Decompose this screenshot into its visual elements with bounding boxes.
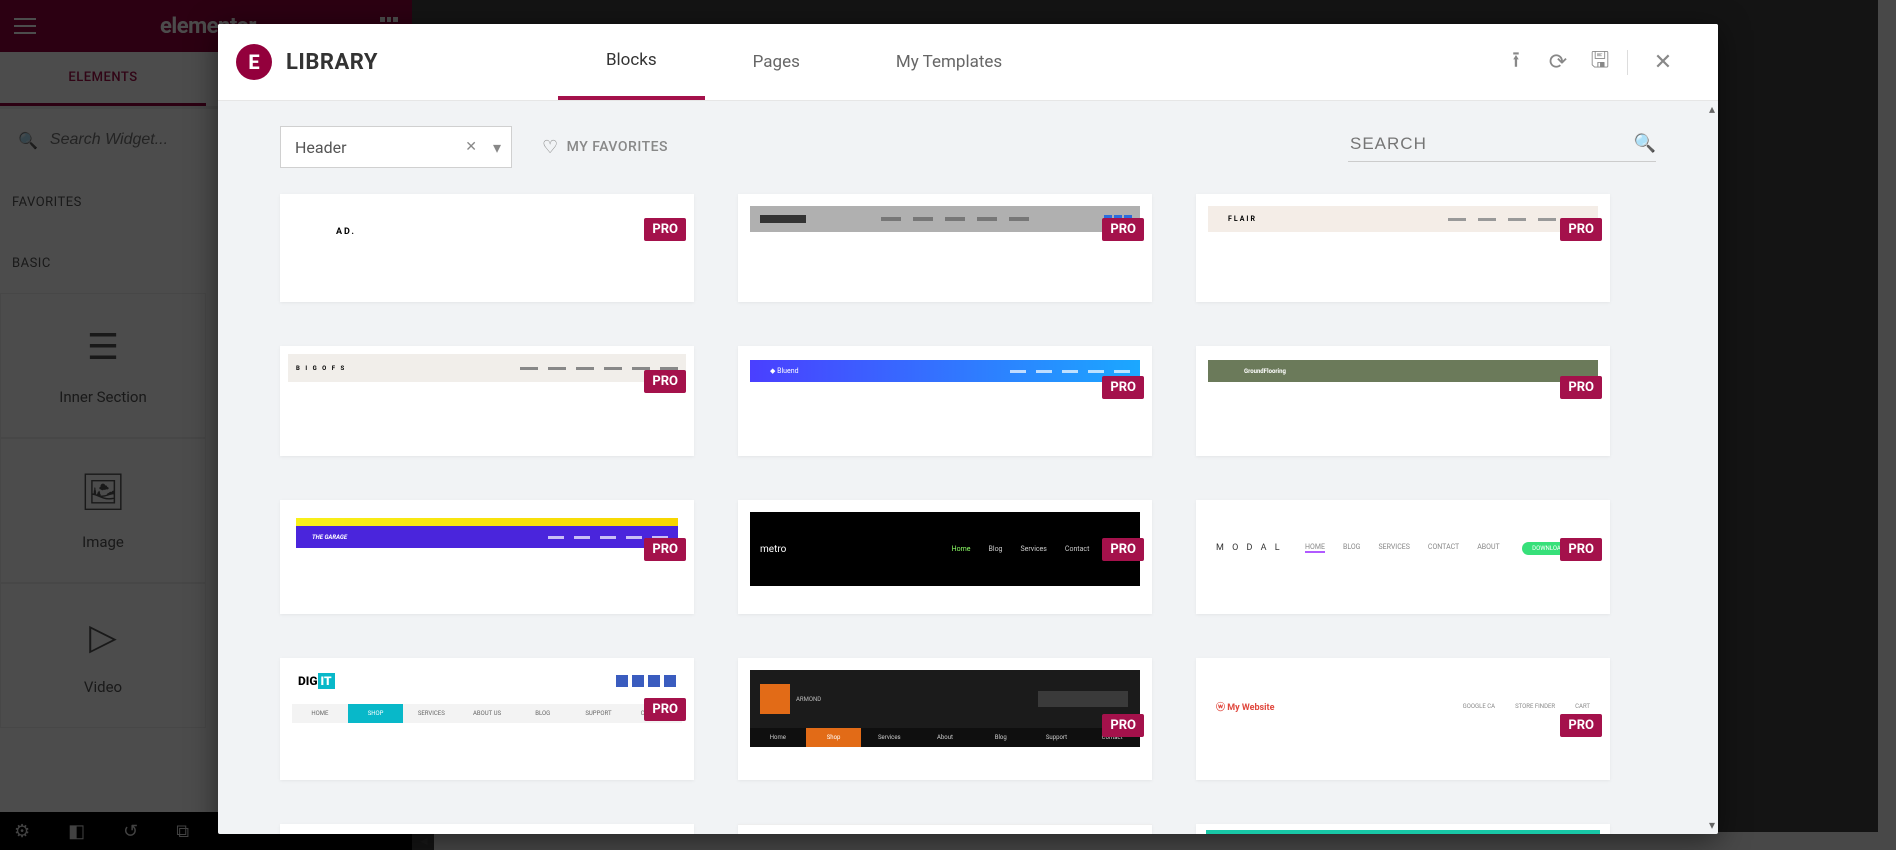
category-select[interactable]: Header ✕ ▾ bbox=[280, 126, 512, 168]
pro-badge: PRO bbox=[1102, 538, 1144, 561]
template-card[interactable]: FLAIR PRO bbox=[1196, 194, 1610, 302]
template-card[interactable]: metroHomeBlogServicesContactAbout PRO bbox=[738, 500, 1152, 614]
template-card[interactable]: AD. PRO bbox=[280, 194, 694, 302]
template-card[interactable]: PRO bbox=[738, 194, 1152, 302]
tab-pages[interactable]: Pages bbox=[705, 24, 848, 100]
pro-badge: PRO bbox=[1560, 376, 1602, 399]
template-card[interactable]: ARMOND HomeShopServicesAboutBlogSupportC… bbox=[738, 658, 1152, 780]
pro-badge: PRO bbox=[644, 698, 686, 721]
pro-badge: PRO bbox=[1102, 376, 1144, 399]
template-card[interactable]: ⓦ My WebsiteGOOGLE CASTORE FINDERCART PR… bbox=[1196, 658, 1610, 780]
category-select-value: Header bbox=[295, 138, 347, 157]
library-search-input[interactable] bbox=[1348, 133, 1634, 155]
pro-badge: PRO bbox=[1560, 538, 1602, 561]
clear-filter-icon[interactable]: ✕ bbox=[465, 139, 477, 155]
pro-badge: PRO bbox=[644, 538, 686, 561]
library-dialog: E LIBRARY Blocks Pages My Templates ⭱ ⟳ … bbox=[218, 24, 1718, 834]
import-icon[interactable]: ⭱ bbox=[1495, 43, 1537, 81]
pro-badge: PRO bbox=[1102, 714, 1144, 737]
template-card[interactable]: metroHomeBlogServicesContactAbout PRO bbox=[280, 824, 694, 834]
scroll-up-icon[interactable]: ▴ bbox=[1709, 102, 1715, 116]
pro-badge: PRO bbox=[1560, 218, 1602, 241]
pro-badge: PRO bbox=[1102, 218, 1144, 241]
tab-blocks[interactable]: Blocks bbox=[558, 24, 705, 100]
save-icon[interactable]: 🖫 bbox=[1579, 43, 1621, 81]
my-favorites-button[interactable]: ♡ MY FAVORITES bbox=[542, 137, 668, 158]
sync-icon[interactable]: ⟳ bbox=[1537, 50, 1579, 75]
chevron-down-icon[interactable]: ▾ bbox=[493, 138, 501, 157]
template-card[interactable]: +34 785 658info@domain.com◈ PRO bbox=[1196, 824, 1610, 834]
tab-mytemplates[interactable]: My Templates bbox=[848, 24, 1050, 100]
pro-badge: PRO bbox=[1560, 714, 1602, 737]
close-icon[interactable]: ✕ bbox=[1627, 50, 1684, 75]
template-card[interactable]: GroundFlooring PRO bbox=[1196, 346, 1610, 456]
template-card[interactable]: THE GARAGE PRO bbox=[280, 500, 694, 614]
pro-badge: PRO bbox=[644, 370, 686, 393]
template-card[interactable]: Parkside1123 Dog Hill Lane+34 785 658 53… bbox=[738, 824, 1152, 834]
scroll-down-icon[interactable]: ▾ bbox=[1709, 818, 1715, 832]
pro-badge: PRO bbox=[644, 218, 686, 241]
elementor-badge-icon: E bbox=[236, 44, 272, 80]
template-card[interactable]: M O D A LHOMEBLOGSERVICESCONTACTABOUTDOW… bbox=[1196, 500, 1610, 614]
template-card[interactable]: ◆ Bluend PRO bbox=[738, 346, 1152, 456]
template-card[interactable]: DIGIT HOMESHOPSERVICESABOUT USBLOGSUPPOR… bbox=[280, 658, 694, 780]
search-icon[interactable]: 🔍 bbox=[1634, 133, 1656, 154]
template-card[interactable]: B I G O F S PRO bbox=[280, 346, 694, 456]
library-title: LIBRARY bbox=[286, 50, 378, 75]
heart-icon: ♡ bbox=[542, 137, 559, 158]
